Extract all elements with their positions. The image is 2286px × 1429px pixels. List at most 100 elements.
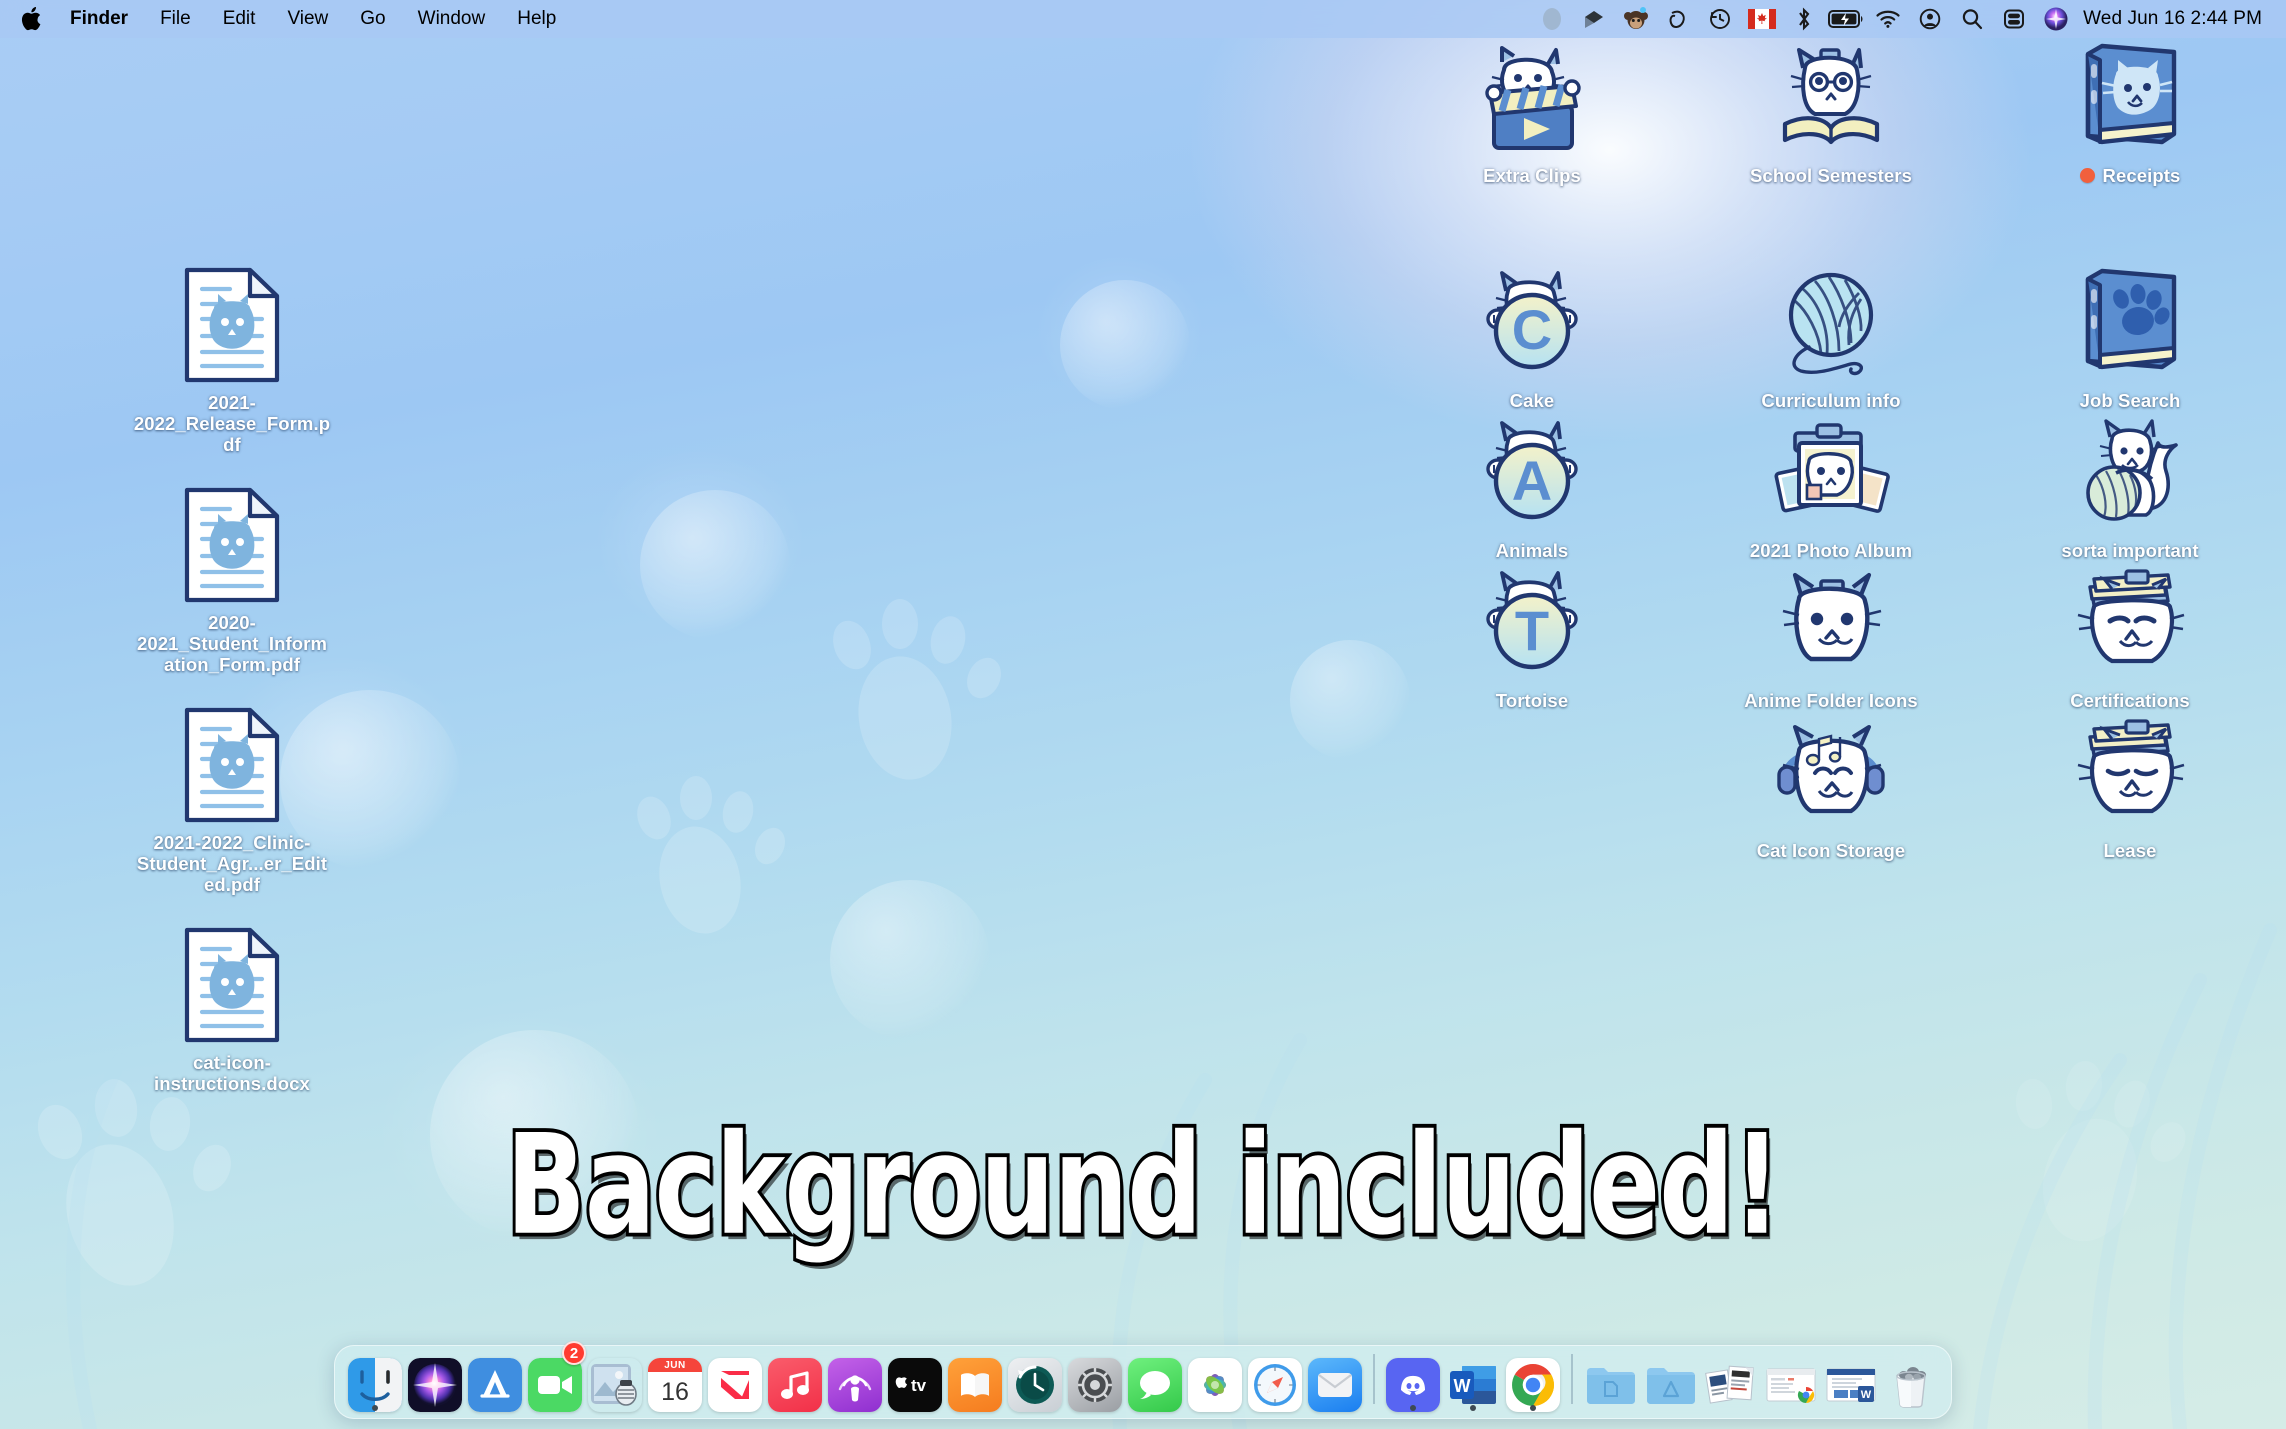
dock-item-news[interactable] <box>705 1344 765 1412</box>
menu-item-file[interactable]: File <box>144 0 207 38</box>
chrome-icon <box>1506 1358 1560 1412</box>
menu-item-edit[interactable]: Edit <box>207 0 272 38</box>
desktop-folder-label-wrap: Receipts <box>2080 165 2181 186</box>
svg-text:C: C <box>1512 298 1552 361</box>
dock-item-app-store[interactable] <box>465 1344 525 1412</box>
desktop-folder-anime-folder-icons[interactable]: Anime Folder Icons <box>1731 563 1931 711</box>
desktop-file-label: 2021-2022_Release_Form.pdf <box>132 392 332 455</box>
downloads-stack-icon <box>1704 1358 1758 1412</box>
desktop-folder-sorta-important[interactable]: sorta important <box>2030 413 2230 561</box>
time-machine-icon[interactable] <box>1699 0 1741 38</box>
menu-bar-clock[interactable]: Wed Jun 16 2:44 PM <box>2077 8 2266 30</box>
dock-item-siri[interactable] <box>405 1344 465 1412</box>
desktop-folder-lease[interactable]: Lease <box>2030 713 2230 861</box>
wifi-icon[interactable] <box>1867 0 1909 38</box>
desktop-folder-cake[interactable]: C Cake <box>1432 263 1632 411</box>
desktop-file-student-info-form[interactable]: 2020-2021_Student_Information_Form.pdf <box>132 485 332 675</box>
dock-item-facetime[interactable]: 2 <box>525 1344 585 1412</box>
menu-item-view[interactable]: View <box>271 0 344 38</box>
photos-icon <box>1188 1358 1242 1412</box>
cat-letter-a-icon: A <box>1472 413 1592 533</box>
menu-item-finder[interactable]: Finder <box>54 0 144 38</box>
dock-item-music[interactable] <box>765 1344 825 1412</box>
dock-item-mail[interactable] <box>1305 1344 1365 1412</box>
dock-item-safari[interactable] <box>1245 1344 1305 1412</box>
desktop-folder-label: Cat Icon Storage <box>1757 840 1906 861</box>
menu-bar-status-area: Wed Jun 16 2:44 PM <box>1531 0 2286 38</box>
applications-folder-icon <box>1644 1358 1698 1412</box>
minimized-chrome-window-icon <box>1764 1358 1818 1412</box>
dock-item-calendar[interactable]: JUN 16 <box>645 1344 705 1412</box>
cat-headphones-icon <box>1771 713 1891 833</box>
dropbox-icon[interactable] <box>1573 0 1615 38</box>
desktop-folder-animals[interactable]: A Animals <box>1432 413 1632 561</box>
dock-item-preview[interactable] <box>585 1344 645 1412</box>
canada-flag-icon[interactable] <box>1741 0 1783 38</box>
desktop-folder-receipts[interactable]: Receipts <box>2030 38 2230 186</box>
cat-letter-c-icon: C <box>1472 263 1592 383</box>
headphones-icon[interactable] <box>1657 0 1699 38</box>
dock-item-documents-folder[interactable] <box>1581 1344 1641 1412</box>
battery-charging-icon[interactable] <box>1825 0 1867 38</box>
dock-item-applications-folder[interactable] <box>1641 1344 1701 1412</box>
user-account-icon[interactable] <box>1909 0 1951 38</box>
finder-icon <box>348 1358 402 1412</box>
dock-item-photos[interactable] <box>1185 1344 1245 1412</box>
app-store-icon <box>468 1358 522 1412</box>
cat-photo-stack-icon <box>1771 413 1891 533</box>
siri-icon[interactable] <box>2035 0 2077 38</box>
apple-logo-icon[interactable] <box>18 6 44 32</box>
dock-item-minimized-chrome-window[interactable] <box>1761 1344 1821 1412</box>
dock-item-podcasts[interactable] <box>825 1344 885 1412</box>
desktop-file-release-form[interactable]: 2021-2022_Release_Form.pdf <box>132 265 332 455</box>
calendar-month-label: JUN <box>648 1358 702 1372</box>
desktop-file-label: 2021-2022_Clinic-Student_Agr...er_Edited… <box>132 832 332 895</box>
spotlight-search-icon[interactable] <box>1951 0 1993 38</box>
safari-icon <box>1248 1358 1302 1412</box>
desktop-folder-cat-icon-storage[interactable]: Cat Icon Storage <box>1731 713 1931 861</box>
control-center-icon[interactable] <box>1993 0 2035 38</box>
desktop-folder-extra-clips[interactable]: Extra Clips <box>1432 38 1632 186</box>
menu-item-window[interactable]: Window <box>402 0 502 38</box>
facetime-badge: 2 <box>562 1341 586 1365</box>
desktop-folder-label: Extra Clips <box>1483 165 1581 186</box>
monkey-avatar-icon[interactable] <box>1615 0 1657 38</box>
dock-item-downloads-stack[interactable] <box>1701 1344 1761 1412</box>
dock-item-time-machine[interactable] <box>1005 1344 1065 1412</box>
dock-item-system-preferences[interactable] <box>1065 1344 1125 1412</box>
desktop-folder-2021-photo-album[interactable]: 2021 Photo Album <box>1731 413 1931 561</box>
desktop-folder-label: sorta important <box>2061 540 2198 561</box>
desktop-folder-curriculum-info[interactable]: Curriculum info <box>1731 263 1931 411</box>
dock-item-minimized-word-window[interactable]: W <box>1821 1344 1881 1412</box>
wallpaper-overlay-text: Background included! <box>34 1106 2251 1266</box>
dock-item-word[interactable]: W <box>1443 1344 1503 1412</box>
news-icon <box>708 1358 762 1412</box>
dock-item-finder[interactable] <box>345 1344 405 1412</box>
menu-item-go[interactable]: Go <box>344 0 401 38</box>
paw-book-icon <box>2070 263 2190 383</box>
dock-item-discord[interactable] <box>1383 1344 1443 1412</box>
yarn-ball-icon <box>1771 263 1891 383</box>
podcasts-icon <box>828 1358 882 1412</box>
desktop-file-clinic-student-agreement[interactable]: 2021-2022_Clinic-Student_Agr...er_Edited… <box>132 705 332 895</box>
desktop-folder-job-search[interactable]: Job Search <box>2030 263 2230 411</box>
desktop-folder-school-semesters[interactable]: School Semesters <box>1731 38 1931 186</box>
desktop-folder-label: Cake <box>1510 390 1555 411</box>
books-icon <box>948 1358 1002 1412</box>
system-prefs-icon <box>1068 1358 1122 1412</box>
desktop-folder-label: Receipts <box>2103 165 2181 186</box>
dock-item-trash[interactable] <box>1881 1344 1941 1412</box>
mail-icon <box>1308 1358 1362 1412</box>
desktop-file-cat-icon-instructions[interactable]: cat-icon-instructions.docx <box>132 925 332 1094</box>
dock-item-chrome[interactable] <box>1503 1344 1563 1412</box>
desktop-folder-tortoise[interactable]: T Tortoise <box>1432 563 1632 711</box>
desktop-folder-label: Job Search <box>2080 390 2181 411</box>
menu-item-help[interactable]: Help <box>501 0 572 38</box>
dock-item-messages[interactable] <box>1125 1344 1185 1412</box>
dock-item-books[interactable] <box>945 1344 1005 1412</box>
desktop-folder-certifications[interactable]: Certifications <box>2030 563 2230 711</box>
grey-oval-icon[interactable] <box>1531 0 1573 38</box>
dock-item-apple-tv[interactable]: tv <box>885 1344 945 1412</box>
bluetooth-icon[interactable] <box>1783 0 1825 38</box>
svg-text:A: A <box>1512 449 1552 512</box>
